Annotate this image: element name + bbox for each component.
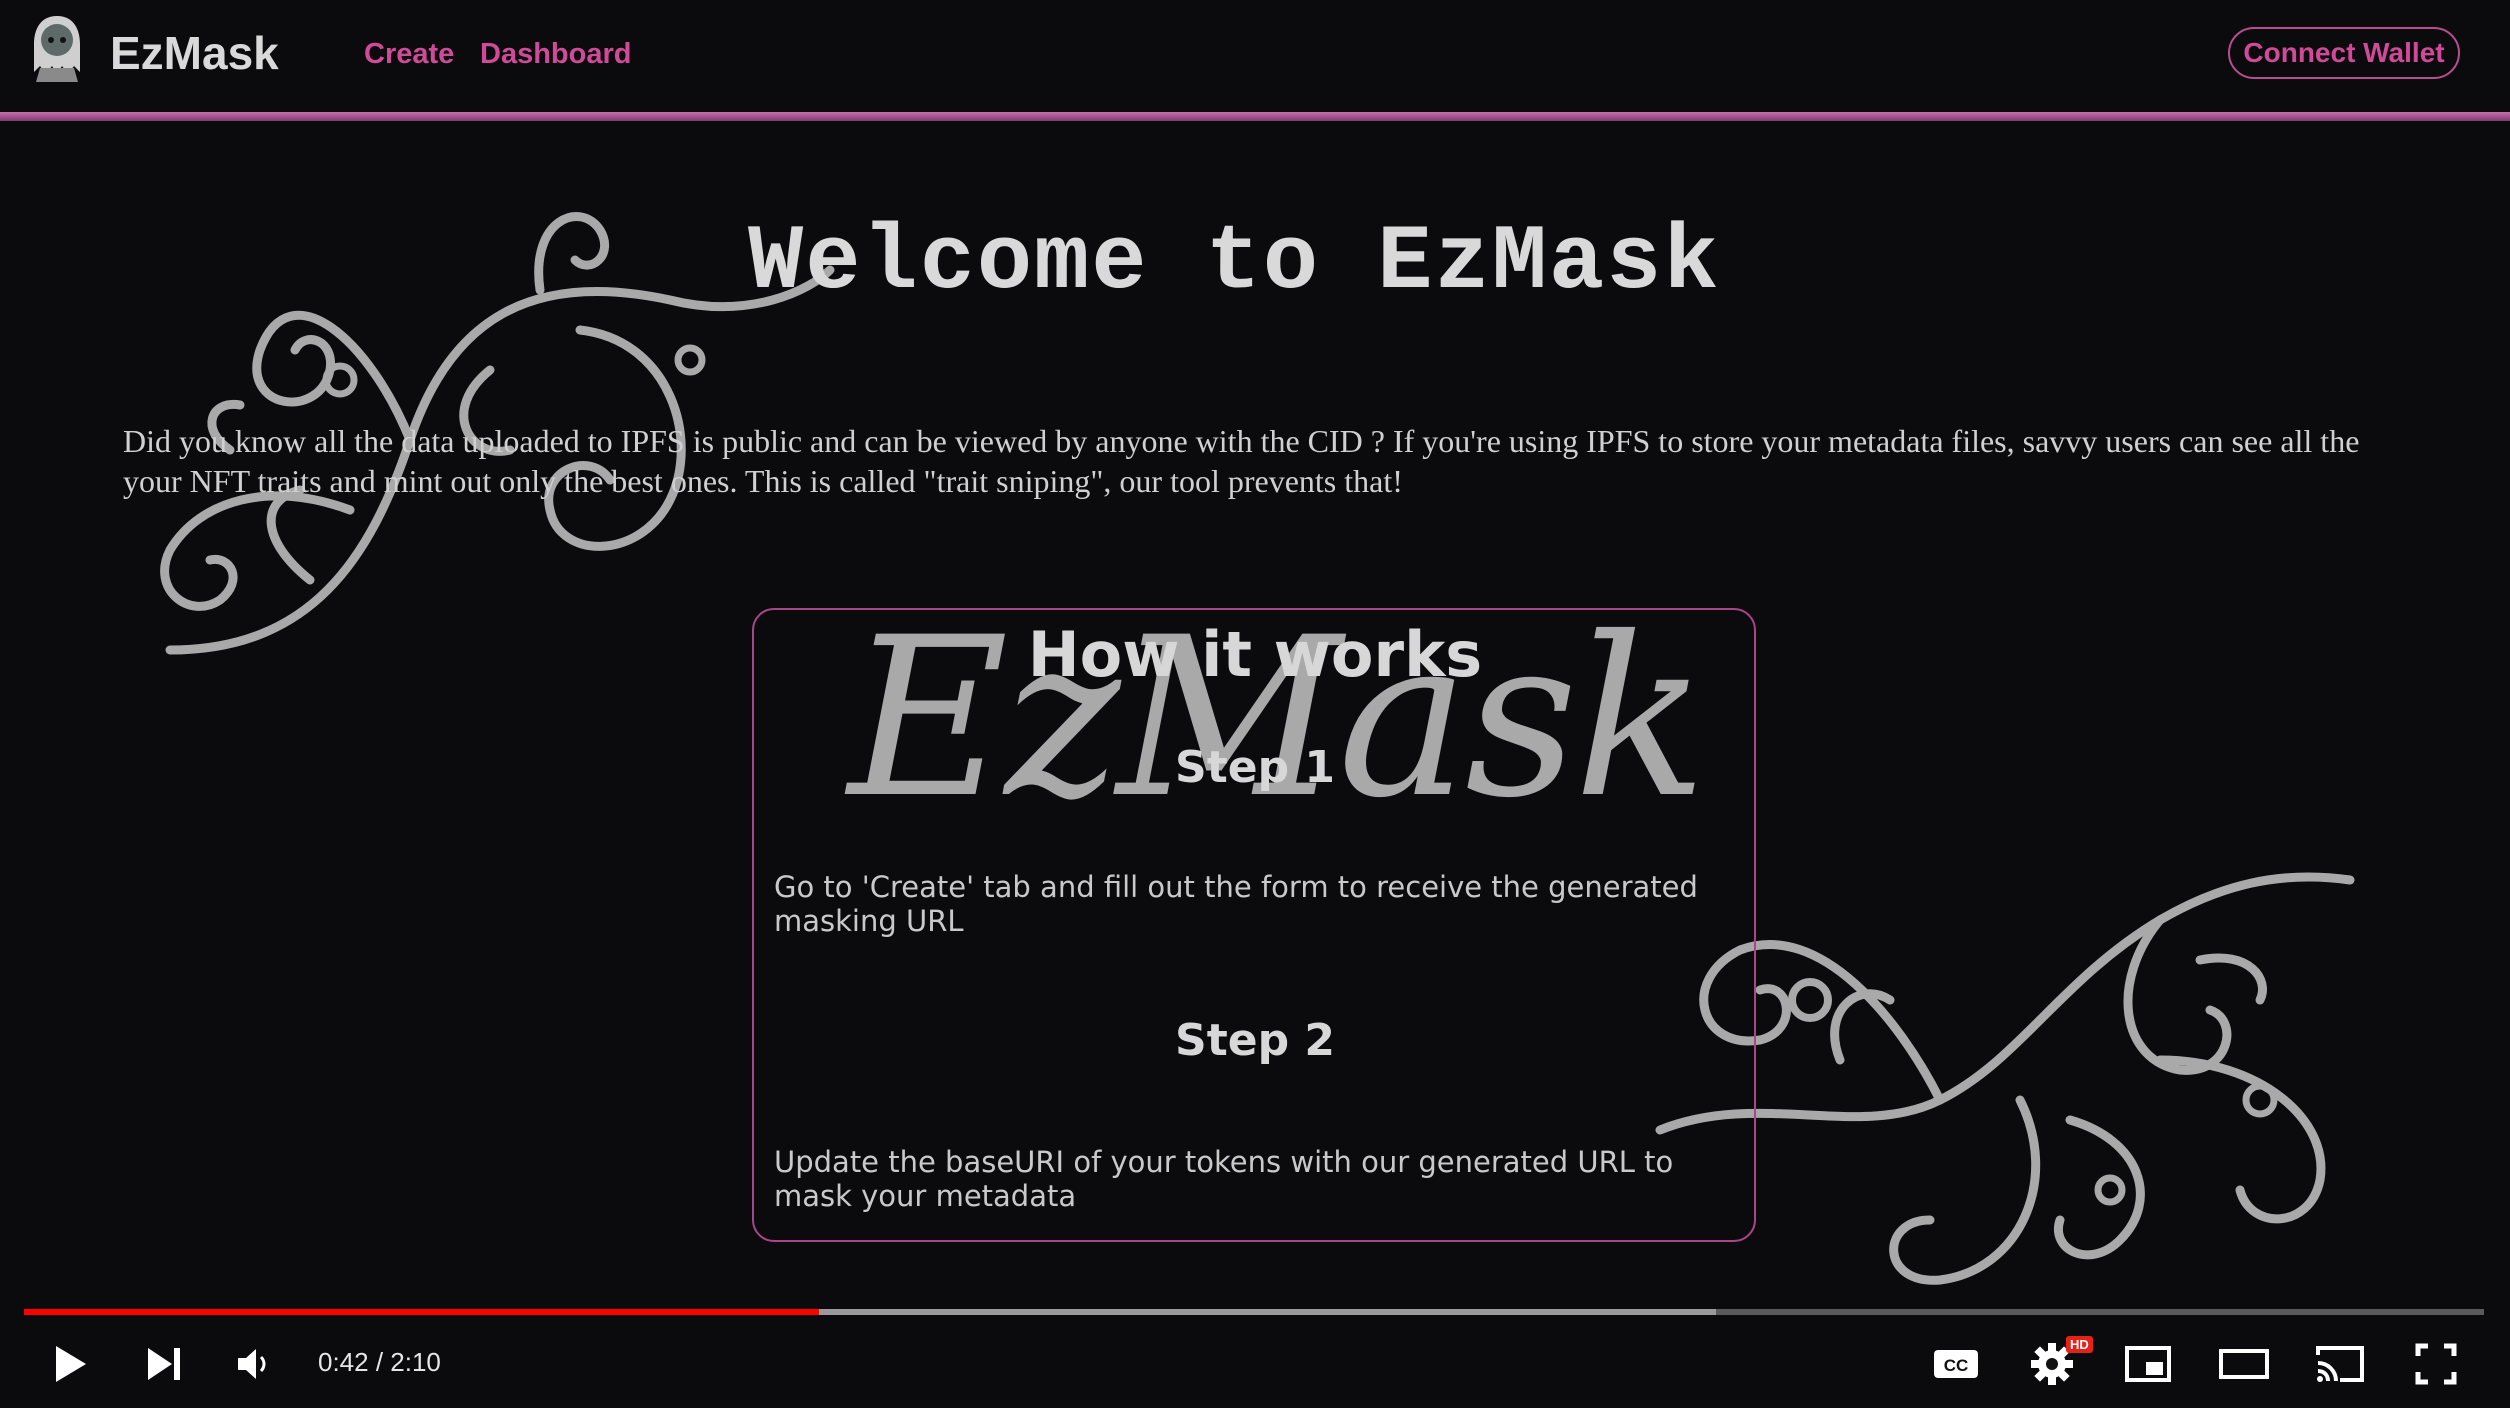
step-1-heading: Step 1 — [1175, 742, 1335, 793]
miniplayer-icon — [2125, 1346, 2171, 1382]
navbar-divider — [0, 112, 2510, 121]
top-navbar: EzMask Create Dashboard Connect Wallet — [0, 0, 2510, 114]
page-title: Welcome to EzMask — [748, 210, 1721, 315]
cast-icon — [2316, 1346, 2364, 1382]
svg-text:CC: CC — [1944, 1356, 1969, 1375]
fullscreen-button[interactable] — [2406, 1334, 2466, 1394]
step-1-text: Go to 'Create' tab and fill out the form… — [774, 870, 1698, 938]
next-button[interactable] — [134, 1334, 194, 1394]
miniplayer-button[interactable] — [2118, 1334, 2178, 1394]
skip-next-icon — [148, 1348, 180, 1380]
brand-name[interactable]: EzMask — [110, 26, 279, 80]
decorative-flourish-left — [160, 212, 835, 655]
cast-button[interactable] — [2310, 1334, 2370, 1394]
play-button[interactable] — [40, 1334, 100, 1394]
intro-paragraph: Did you know all the data uploaded to IP… — [123, 423, 2360, 499]
nav-link-dashboard[interactable]: Dashboard — [480, 38, 631, 71]
ghost-logo-icon — [34, 16, 80, 82]
volume-button[interactable] — [224, 1334, 284, 1394]
how-it-works-heading: How it works — [1027, 618, 1483, 691]
captions-button[interactable]: CC — [1926, 1334, 1986, 1394]
video-timestamp: 0:42 / 2:10 — [318, 1347, 441, 1377]
connect-wallet-button[interactable]: Connect Wallet — [2228, 27, 2460, 79]
fullscreen-icon — [2415, 1343, 2457, 1385]
nav-link-create[interactable]: Create — [364, 38, 454, 71]
video-progress-played — [24, 1309, 819, 1315]
play-icon — [56, 1346, 86, 1382]
theater-mode-button[interactable] — [2214, 1334, 2274, 1394]
hd-badge: HD — [2066, 1336, 2093, 1353]
step-2-text: Update the baseURI of your tokens with o… — [774, 1145, 1674, 1213]
volume-icon — [238, 1349, 266, 1379]
step-2-heading: Step 2 — [1175, 1015, 1335, 1066]
captions-icon: CC — [1934, 1350, 1978, 1378]
theater-mode-icon — [2219, 1349, 2269, 1379]
